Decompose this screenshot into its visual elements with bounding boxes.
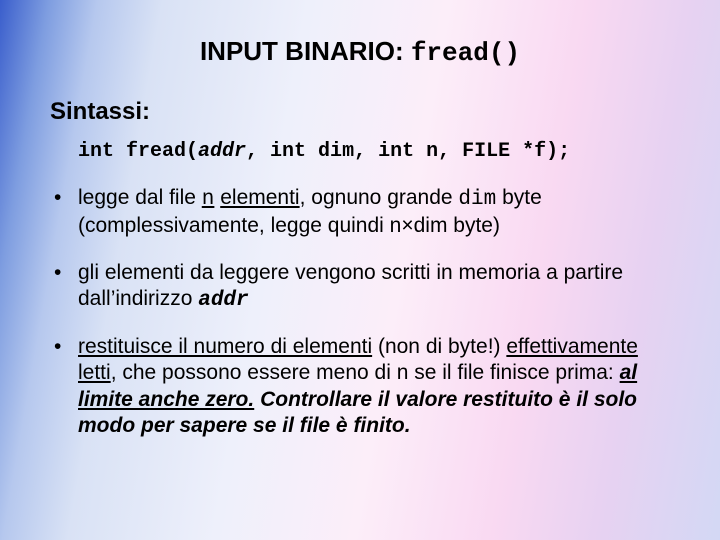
- b2-t1: gli elementi da leggere vengono scritti …: [78, 261, 623, 310]
- sig-part-2: , int dim, int n, FILE *f);: [246, 140, 570, 163]
- b1-n: n: [202, 188, 215, 211]
- b1-elementi: elementi: [220, 186, 299, 209]
- bullet-list: legge dal file n elementi, ognuno grande…: [50, 185, 670, 439]
- bullet-2: gli elementi da leggere vengono scritti …: [50, 260, 670, 315]
- title-prefix: INPUT BINARIO:: [200, 36, 411, 66]
- b2-addr: addr: [198, 289, 248, 312]
- b1-times: ×: [401, 214, 413, 237]
- b3-t1: (non di byte!): [372, 335, 506, 358]
- b3-u1: restituisce il numero di elementi: [78, 335, 372, 358]
- b1-t2: , ognuno grande: [300, 186, 459, 209]
- b1-t1: legge dal file: [78, 186, 202, 209]
- function-signature: int fread(addr, int dim, int n, FILE *f)…: [78, 140, 670, 163]
- b1-dim: dim: [458, 188, 496, 211]
- slide-title: INPUT BINARIO: fread(): [50, 36, 670, 68]
- sig-part-1: int fread(: [78, 140, 198, 163]
- slide: INPUT BINARIO: fread() Sintassi: int fre…: [0, 0, 720, 540]
- bullet-1: legge dal file n elementi, ognuno grande…: [50, 185, 670, 240]
- title-func: fread(): [411, 38, 520, 68]
- sig-addr: addr: [198, 140, 246, 163]
- b3-t2: , che possono essere meno di n se il fil…: [111, 361, 620, 384]
- subheading: Sintassi:: [50, 98, 670, 126]
- b1-t4: dim byte): [414, 214, 500, 237]
- bullet-3: restituisce il numero di elementi (non d…: [50, 334, 670, 439]
